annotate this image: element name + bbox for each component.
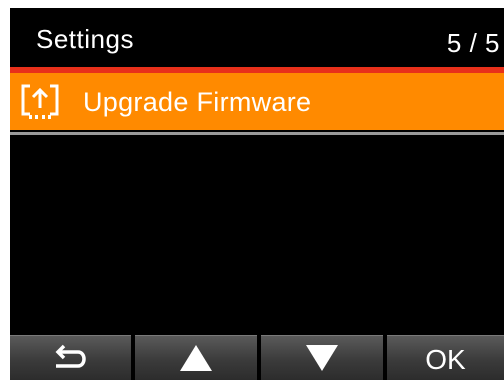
up-triangle-icon — [180, 345, 212, 371]
menu-item-label: Upgrade Firmware — [83, 87, 312, 117]
firmware-upgrade-icon — [20, 84, 60, 120]
up-button[interactable] — [135, 335, 257, 380]
ok-label: OK — [425, 344, 466, 375]
down-triangle-icon — [306, 345, 338, 371]
page-title: Settings — [36, 24, 134, 54]
back-arrow-icon — [55, 344, 86, 368]
page-indicator: 5 / 5 — [446, 28, 500, 58]
menu-divider — [10, 132, 504, 135]
back-button[interactable] — [10, 335, 131, 380]
menu-item-upgrade-firmware[interactable]: Upgrade Firmware — [10, 73, 504, 130]
down-button[interactable] — [261, 335, 383, 380]
title-bar: Settings 5 / 5 — [10, 8, 504, 67]
device-screen: Settings 5 / 5 Upgrade Firmware OK — [10, 8, 504, 380]
softkey-bar: OK — [10, 335, 504, 380]
ok-button[interactable]: OK — [387, 335, 504, 380]
